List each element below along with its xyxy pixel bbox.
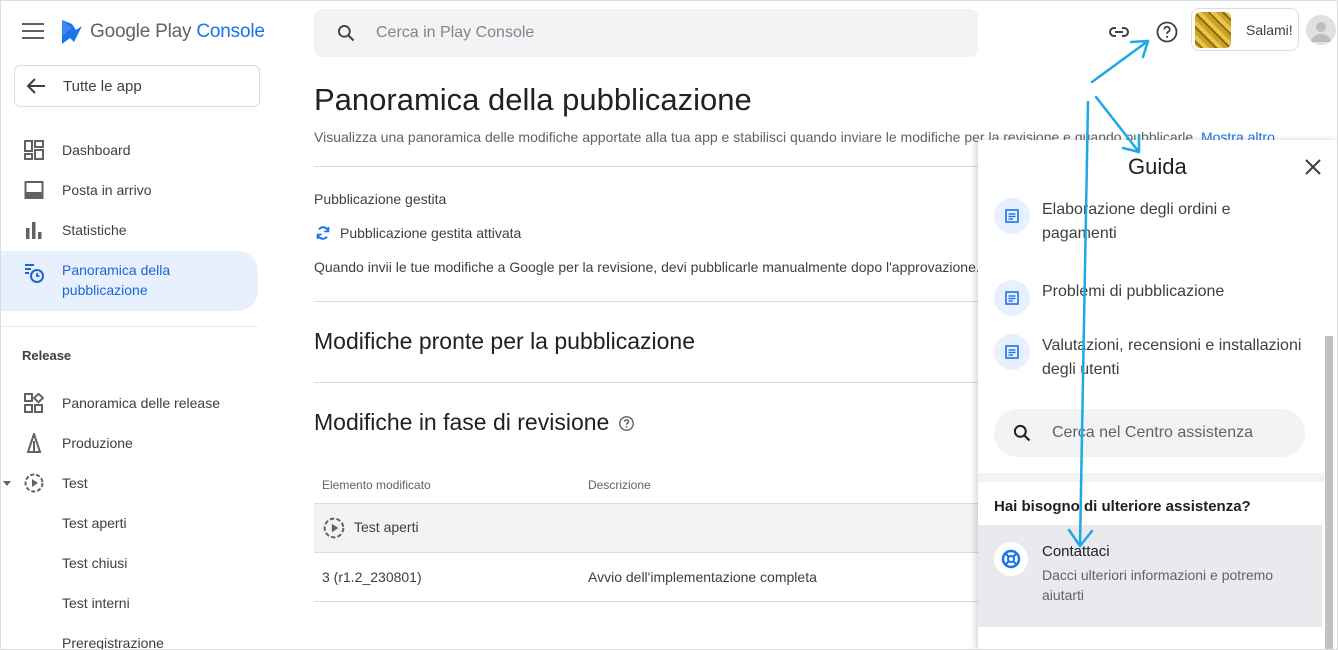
group-label: Test aperti [354,519,419,535]
search-icon [338,25,355,42]
person-icon [1311,22,1331,42]
search-icon [1013,424,1031,442]
doc-icon [994,280,1030,316]
sidebar-item-label: Posta in arrivo [62,182,152,198]
doc-icon [994,198,1030,234]
sidebar-item-inbox[interactable]: Posta in arrivo [0,170,258,210]
help-divider [978,473,1324,482]
caret-down-icon[interactable] [2,478,12,488]
sidebar-item-dashboard[interactable]: Dashboard [0,130,258,170]
production-icon [26,433,42,453]
sidebar-item-label: Statistiche [62,222,127,238]
top-app-bar: Google Play Console Cerca in Play Consol… [0,0,1338,64]
help-article-label: Problemi di pubblicazione [1042,283,1225,300]
sidebar-item-production[interactable]: Produzione [0,423,258,463]
search-bar[interactable]: Cerca in Play Console [314,9,978,57]
page-title: Panoramica della pubblicazione [314,82,752,117]
sidebar-item-publishing-overview[interactable]: Panoramica della pubblicazione [0,251,258,311]
divider [314,601,1014,602]
test-icon [323,517,345,539]
help-article-label: Elaborazione degli ordini e pagamenti [1042,201,1231,242]
help-circle-icon[interactable] [618,415,635,432]
table-group-row[interactable]: Test aperti [314,504,1014,552]
sidebar-item-release-overview[interactable]: Panoramica delle release [0,383,258,423]
account-switcher[interactable]: Salami! [1191,8,1299,51]
app-avatar [1195,11,1231,48]
help-search-placeholder: Cerca nel Centro assistenza [1052,424,1253,441]
managed-publishing-heading: Pubblicazione gestita [314,191,447,207]
contact-description: Dacci ulteriori informazioni e potremo a… [1042,567,1274,603]
all-apps-label: Tutte le app [63,77,142,95]
column-header-item: Elemento modificato [322,478,431,492]
sync-icon [316,226,330,240]
bar-chart-icon [26,222,42,239]
help-article-publishing[interactable]: Problemi di pubblicazione [994,280,1314,316]
sidebar-item-label: Produzione [62,435,133,451]
inbox-icon [24,181,44,199]
divider [314,382,1014,383]
table-cell-item: 3 (r1.2_230801) [322,569,422,585]
contact-title: Contattaci [1042,543,1110,560]
in-review-heading: Modifiche in fase di revisione [314,409,635,436]
play-console-logo[interactable]: Google Play Console [60,18,265,46]
support-icon [994,542,1028,576]
sidebar-item-label: Test [62,475,88,491]
ready-changes-heading[interactable]: Modifiche pronte per la pubblicazione [314,328,695,355]
sidebar-item-label: Panoramica della pubblicazione [62,262,171,298]
logo-suffix: Console [196,21,265,42]
user-avatar[interactable] [1306,15,1336,45]
account-name: Salami! [1246,21,1293,38]
sidebar-item-label: Dashboard [62,142,131,158]
link-icon[interactable] [1107,20,1131,44]
sidebar-subitem-preregistration[interactable]: Preregistrazione [62,635,164,650]
arrow-back-icon [26,78,45,94]
scrollbar-thumb[interactable] [1325,336,1333,650]
sidebar-item-test[interactable]: Test [0,463,258,503]
all-apps-button[interactable]: Tutte le app [14,65,260,107]
dashboard-icon [24,140,44,160]
help-article-orders[interactable]: Elaborazione degli ordini e pagamenti [994,198,1314,246]
divider [314,552,1014,553]
sidebar-item-statistics[interactable]: Statistiche [0,210,258,250]
divider [314,166,1014,167]
sidebar-divider [0,326,258,327]
in-review-heading-text: Modifiche in fase di revisione [314,409,610,435]
menu-icon[interactable] [22,23,44,41]
divider [314,301,1014,302]
logo-prefix: Google Play [90,21,192,42]
close-icon[interactable] [1304,158,1322,176]
more-help-heading: Hai bisogno di ulteriore assistenza? [994,498,1251,515]
release-overview-icon [24,393,44,413]
help-article-ratings[interactable]: Valutazioni, recensioni e installazioni … [994,334,1314,382]
sidebar-subitem-internal-testing[interactable]: Test interni [62,595,130,611]
help-icon[interactable] [1155,20,1179,44]
sidebar-subitem-closed-testing[interactable]: Test chiusi [62,555,127,571]
managed-publishing-status: Pubblicazione gestita attivata [340,225,522,241]
search-placeholder: Cerca in Play Console [376,24,535,41]
help-article-label: Valutazioni, recensioni e installazioni … [1042,337,1302,378]
sidebar-subitem-open-testing[interactable]: Test aperti [62,515,127,531]
table-cell-description: Avvio dell'implementazione completa [588,569,817,585]
sidebar-item-label: Panoramica delle release [62,395,220,411]
help-panel-title: Guida [1128,154,1187,179]
contact-us-item[interactable]: Contattaci Dacci ulteriori informazioni … [978,525,1322,627]
test-icon [24,473,44,493]
play-console-logo-icon [62,20,82,44]
publishing-icon [25,264,44,283]
help-panel: Guida Elaborazione degli ordini e pagame… [978,140,1338,650]
doc-icon [994,334,1030,370]
release-section-label: Release [22,348,72,363]
column-header-description: Descrizione [588,478,651,492]
help-search-input[interactable]: Cerca nel Centro assistenza [994,409,1305,457]
sidebar: Tutte le app Dashboard Posta in arrivo S… [0,64,270,650]
managed-publishing-note: Quando invii le tue modifiche a Google p… [314,259,980,275]
